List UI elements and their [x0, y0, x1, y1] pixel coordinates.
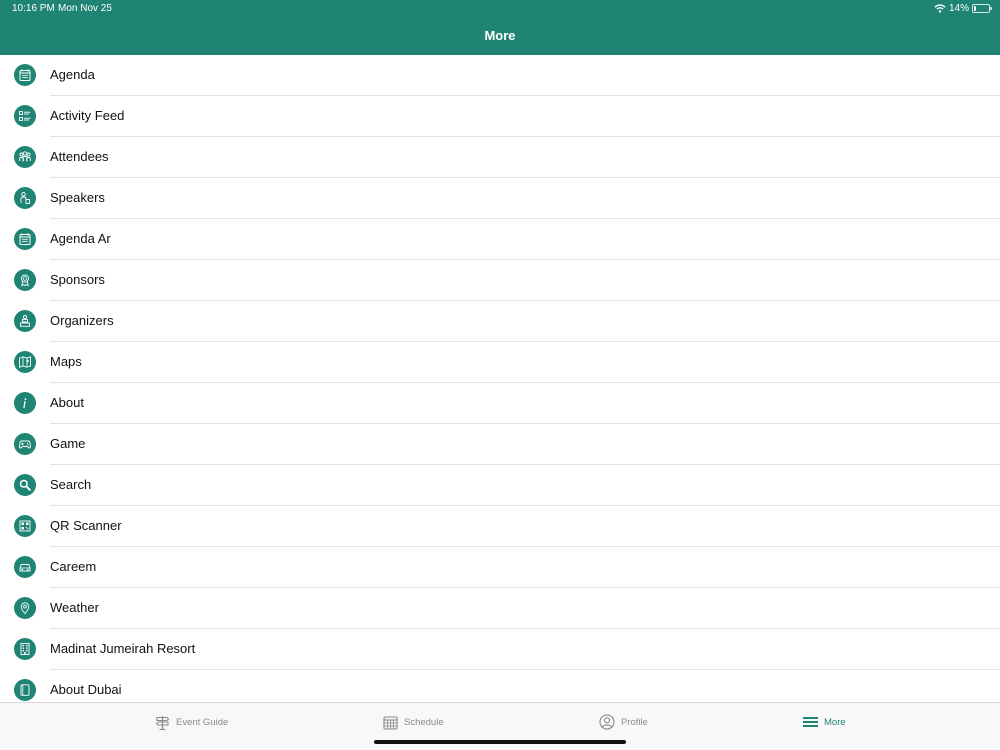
menu-item-organizers[interactable]: Organizers [0, 301, 1000, 342]
hamburger-icon [803, 717, 818, 727]
menu-item-activity-feed[interactable]: Activity Feed [0, 96, 1000, 137]
menu-item-label: Attendees [50, 149, 109, 164]
menu-item-search[interactable]: Search [0, 465, 1000, 506]
battery-percent: 14% [948, 3, 969, 14]
calendar-icon [383, 715, 398, 730]
menu-item-label: About [50, 395, 84, 410]
tab-label: Profile [621, 716, 648, 728]
qr-icon [14, 515, 36, 537]
menu-item-label: Careem [50, 559, 97, 574]
menu-item-label: Agenda [50, 67, 95, 82]
menu-item-careem[interactable]: Careem [0, 547, 1000, 588]
menu-item-label: Agenda Ar [50, 231, 111, 246]
menu-item-label: Game [50, 436, 86, 451]
location-icon [14, 597, 36, 619]
more-menu-list: Agenda Activity Feed Attendees Speakers Agen… [0, 55, 1000, 702]
menu-item-qr-scanner[interactable]: QR Scanner [0, 506, 1000, 547]
menu-item-label: Speakers [50, 190, 105, 205]
menu-item-agenda[interactable]: Agenda [0, 55, 1000, 96]
menu-item-game[interactable]: Game [0, 424, 1000, 465]
status-time: 10:16 PM [12, 3, 55, 14]
wifi-icon [934, 4, 946, 13]
car-icon [14, 556, 36, 578]
page-title: More [484, 28, 516, 43]
home-indicator [374, 740, 626, 744]
status-indicators: 14% [934, 3, 992, 14]
tab-event-guide[interactable]: Event Guide [155, 712, 228, 732]
ribbon-icon [14, 269, 36, 291]
menu-item-maps[interactable]: Maps [0, 342, 1000, 383]
menu-item-weather[interactable]: Weather [0, 588, 1000, 629]
search-icon [14, 474, 36, 496]
menu-item-label: Weather [50, 600, 99, 615]
tab-more[interactable]: More [803, 712, 846, 732]
battery-icon [972, 4, 992, 13]
app-header: 10:16 PM Mon Nov 25 14% More [0, 0, 1000, 55]
menu-item-attendees[interactable]: Attendees [0, 137, 1000, 178]
menu-item-label: Search [50, 477, 92, 492]
tab-label: Schedule [404, 716, 444, 728]
tab-schedule[interactable]: Schedule [383, 712, 444, 732]
menu-item-label: Madinat Jumeirah Resort [50, 641, 196, 656]
menu-item-speakers[interactable]: Speakers [0, 178, 1000, 219]
calendar-icon [14, 228, 36, 250]
menu-item-madinat-jumeirah-resort[interactable]: Madinat Jumeirah Resort [0, 629, 1000, 670]
menu-item-sponsors[interactable]: Sponsors [0, 260, 1000, 301]
menu-item-label: Organizers [50, 313, 114, 328]
menu-item-label: Activity Feed [50, 108, 125, 123]
tab-label: Event Guide [176, 716, 229, 728]
signpost-icon [155, 715, 170, 730]
calendar-icon [14, 64, 36, 86]
map-icon [14, 351, 36, 373]
speaker-icon [14, 187, 36, 209]
game-icon [14, 433, 36, 455]
status-date: Mon Nov 25 [58, 3, 112, 14]
people-icon [14, 146, 36, 168]
info-icon [14, 392, 36, 414]
menu-item-label: Sponsors [50, 272, 105, 287]
menu-item-label: About Dubai [50, 682, 122, 697]
menu-item-label: QR Scanner [50, 518, 122, 533]
book-icon [14, 679, 36, 701]
feed-list-icon [14, 105, 36, 127]
organizer-icon [14, 310, 36, 332]
profile-icon [599, 714, 615, 730]
tab-profile[interactable]: Profile [599, 712, 648, 732]
building-icon [14, 638, 36, 660]
menu-item-label: Maps [50, 354, 82, 369]
status-bar: 10:16 PM Mon Nov 25 14% [0, 0, 1000, 18]
tab-label: More [824, 716, 846, 728]
menu-item-about[interactable]: About [0, 383, 1000, 424]
menu-item-agenda-ar[interactable]: Agenda Ar [0, 219, 1000, 260]
menu-item-about-dubai[interactable]: About Dubai [0, 670, 1000, 702]
